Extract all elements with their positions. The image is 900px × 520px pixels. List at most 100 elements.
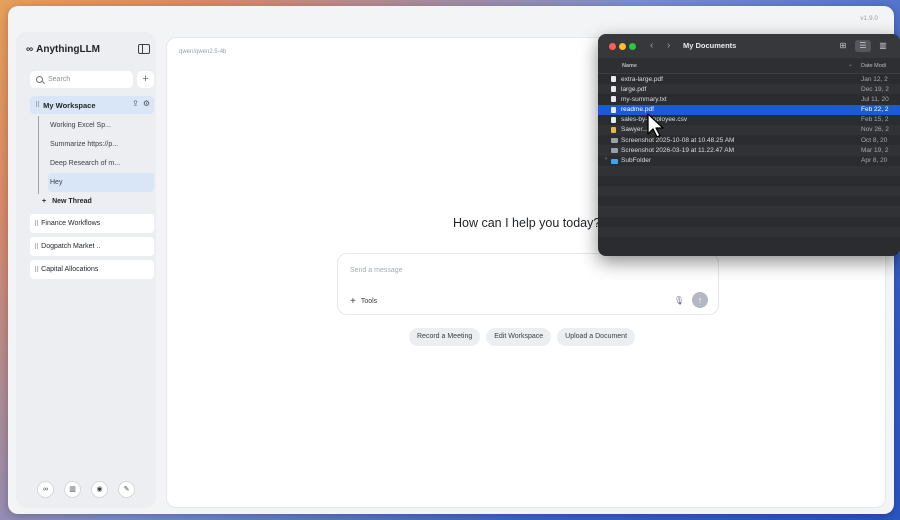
sidebar-footer: ∞ ▥ ◉ ✎	[16, 481, 156, 498]
brand-name: AnythingLLM	[36, 44, 101, 55]
sort-chevron-icon: ⌄	[848, 62, 854, 68]
disclosure-chevron-icon[interactable]: ›	[605, 156, 607, 162]
record-meeting-button[interactable]: Record a Meeting	[409, 328, 481, 346]
message-input[interactable]: Send a message	[350, 267, 403, 274]
new-workspace-button[interactable]: +	[137, 70, 154, 88]
workspace-actions: ⇪ ⚙	[132, 99, 150, 108]
file-row[interactable]: › SubFolder Apr 8, 20	[598, 156, 900, 166]
file-date: Nov 26, 2	[861, 126, 889, 134]
file-date: Mar 19, 2	[861, 146, 889, 154]
file-row[interactable]: large.pdf Dec 19, 2	[598, 84, 900, 95]
empty-row	[598, 196, 900, 206]
upload-document-button[interactable]: Upload a Document	[557, 328, 636, 346]
mouse-pointer-icon	[647, 113, 664, 138]
image-file-icon	[611, 148, 618, 154]
drag-handle-icon[interactable]: ⠿	[34, 243, 39, 251]
list-view-icon[interactable]: ☰	[855, 40, 871, 52]
image-file-icon	[611, 138, 618, 144]
search-input[interactable]: Search	[30, 70, 133, 88]
workspace-item[interactable]: ⠿ Dogpatch Market ..	[30, 237, 154, 256]
thread-item[interactable]: Deep Research of m...	[48, 154, 154, 173]
document-icon	[611, 126, 616, 133]
drag-handle-icon[interactable]: ⠿	[34, 220, 39, 228]
maximize-window-icon[interactable]	[629, 43, 636, 50]
document-icon	[611, 116, 616, 123]
date-column-header[interactable]: Date Modi	[861, 63, 886, 69]
discord-icon[interactable]: ◉	[91, 481, 108, 498]
new-thread-button[interactable]: + New Thread	[36, 192, 154, 210]
file-list-header: Name ⌄ Date Modi	[598, 58, 900, 74]
file-date: Jul 11, 20	[861, 95, 889, 103]
file-row[interactable]: extra-large.pdf Jan 12, 2	[598, 74, 900, 84]
thread-item[interactable]: Summarize https://p...	[48, 135, 154, 154]
workspace-label: Finance Workflows	[41, 220, 101, 227]
empty-row	[598, 217, 900, 227]
empty-row	[598, 237, 900, 247]
file-date: Jan 12, 2	[861, 75, 888, 83]
new-thread-label: New Thread	[52, 197, 92, 205]
workspace-label: My Workspace	[43, 100, 96, 110]
search-icon	[36, 75, 43, 83]
microphone-icon[interactable]: 🎙	[674, 296, 684, 305]
upload-icon[interactable]: ⇪	[132, 99, 139, 108]
empty-row	[598, 176, 900, 186]
sidebar: ∞ AnythingLLM Search + ⠿ My Workspace ⇪ …	[16, 32, 156, 508]
document-icon	[611, 106, 616, 113]
file-date: Feb 22, 2	[861, 106, 889, 114]
thread-item[interactable]: Working Excel Sp...	[48, 116, 154, 135]
empty-row	[598, 206, 900, 217]
version-label: v1.9.0	[860, 15, 878, 22]
empty-row	[598, 186, 900, 197]
file-date: Dec 19, 2	[861, 85, 889, 93]
file-date: Oct 8, 20	[861, 136, 888, 144]
close-window-icon[interactable]	[609, 43, 616, 50]
document-icon	[611, 86, 616, 93]
name-column-header[interactable]: Name	[622, 63, 637, 69]
drag-handle-icon[interactable]: ⠿	[34, 266, 39, 274]
workspace-item[interactable]: ⠿ Finance Workflows	[30, 214, 154, 233]
file-name: my-summary.txt	[621, 95, 667, 103]
edit-workspace-button[interactable]: Edit Workspace	[486, 328, 552, 346]
file-name: Screenshot 2026-03-19 at 11.22.47 AM	[621, 146, 734, 154]
tools-button[interactable]: + Tools	[350, 296, 377, 307]
search-placeholder: Search	[48, 75, 71, 83]
file-row[interactable]: Sawyer... Nov 26, 2	[598, 124, 900, 136]
forward-arrow-icon[interactable]: ›	[667, 40, 670, 51]
minimize-window-icon[interactable]	[619, 43, 626, 50]
file-date: Apr 8, 20	[861, 157, 888, 164]
file-name: large.pdf	[621, 85, 647, 93]
send-button[interactable]: ↑	[692, 292, 708, 308]
workspace-item[interactable]: ⠿ Capital Allocations	[30, 260, 154, 279]
file-picker-titlebar: ‹ › My Documents ⊞ ☰ ▥	[598, 34, 900, 58]
file-name: SubFolder	[621, 157, 651, 164]
column-view-icon[interactable]: ▥	[875, 40, 891, 52]
file-row[interactable]: sales-by-employee.csvFeb 15, 2	[598, 115, 900, 125]
file-row[interactable]: Screenshot 2025-10-08 at 10.48.25 AM Oct …	[598, 135, 900, 145]
file-list: extra-large.pdf Jan 12, 2 large.pdf Dec 19,…	[598, 74, 900, 247]
file-row[interactable]: my-summary.txt Jul 11, 20	[598, 94, 900, 104]
tools-label: Tools	[360, 298, 378, 305]
file-row-selected[interactable]: readme.pdf Feb 22, 2	[598, 104, 900, 115]
file-name: Sawyer...	[621, 126, 648, 134]
book-icon[interactable]: ▥	[64, 481, 81, 498]
thread-item-active[interactable]: Hey	[48, 173, 154, 192]
file-name: Screenshot 2025-10-08 at 10.48.25 AM	[621, 136, 735, 144]
message-composer[interactable]: Send a message + Tools 🎙 ↑	[337, 253, 719, 315]
file-row[interactable]: Screenshot 2026-03-19 at 11.22.47 AM Mar …	[598, 145, 900, 156]
document-icon	[611, 96, 616, 103]
file-name: extra-large.pdf	[621, 75, 663, 83]
workspace-label: Capital Allocations	[41, 266, 99, 273]
model-label: qwen/qwen2.5-4b	[179, 49, 227, 55]
infinity-icon[interactable]: ∞	[37, 481, 54, 498]
workspace-item-my-workspace[interactable]: ⠿ My Workspace ⇪ ⚙	[30, 96, 154, 114]
greeting-heading: How can I help you today?	[453, 216, 601, 230]
workspace-panel: Search + ⠿ My Workspace ⇪ ⚙ Working Exce…	[30, 70, 154, 279]
document-icon	[611, 76, 616, 82]
drag-handle-icon[interactable]: ⠿	[35, 101, 40, 109]
empty-row	[598, 165, 900, 176]
gear-icon[interactable]: ⚙	[143, 99, 150, 108]
wrench-icon[interactable]: ✎	[118, 481, 135, 498]
sidebar-toggle-icon[interactable]	[138, 44, 150, 54]
grid-view-icon[interactable]: ⊞	[835, 40, 851, 52]
back-arrow-icon[interactable]: ‹	[650, 40, 653, 51]
